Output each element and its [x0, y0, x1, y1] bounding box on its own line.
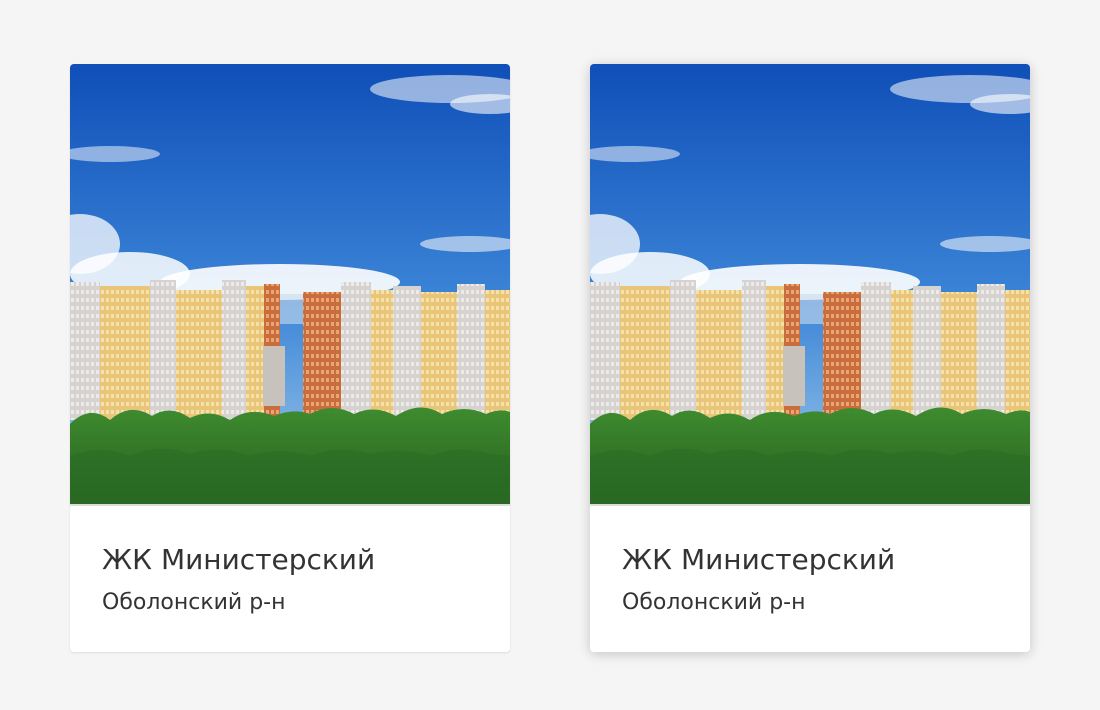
residential-complex-photo[interactable]	[70, 64, 510, 506]
residential-complex-photo[interactable]	[590, 64, 1030, 506]
complex-card[interactable]: ЖК Министерский Оболонский р-н	[70, 64, 510, 652]
complex-card-hovered[interactable]: ЖК Министерский Оболонский р-н	[590, 64, 1030, 652]
card-title[interactable]: ЖК Министерский	[622, 542, 998, 578]
card-body: ЖК Министерский Оболонский р-н	[70, 506, 510, 618]
cards-grid: ЖК Министерский Оболонский р-н ЖК Минист…	[0, 0, 1100, 710]
card-district: Оболонский р-н	[622, 590, 806, 615]
card-body: ЖК Министерский Оболонский р-н	[590, 506, 1030, 618]
card-district: Оболонский р-н	[102, 590, 286, 615]
card-title[interactable]: ЖК Министерский	[102, 542, 478, 578]
